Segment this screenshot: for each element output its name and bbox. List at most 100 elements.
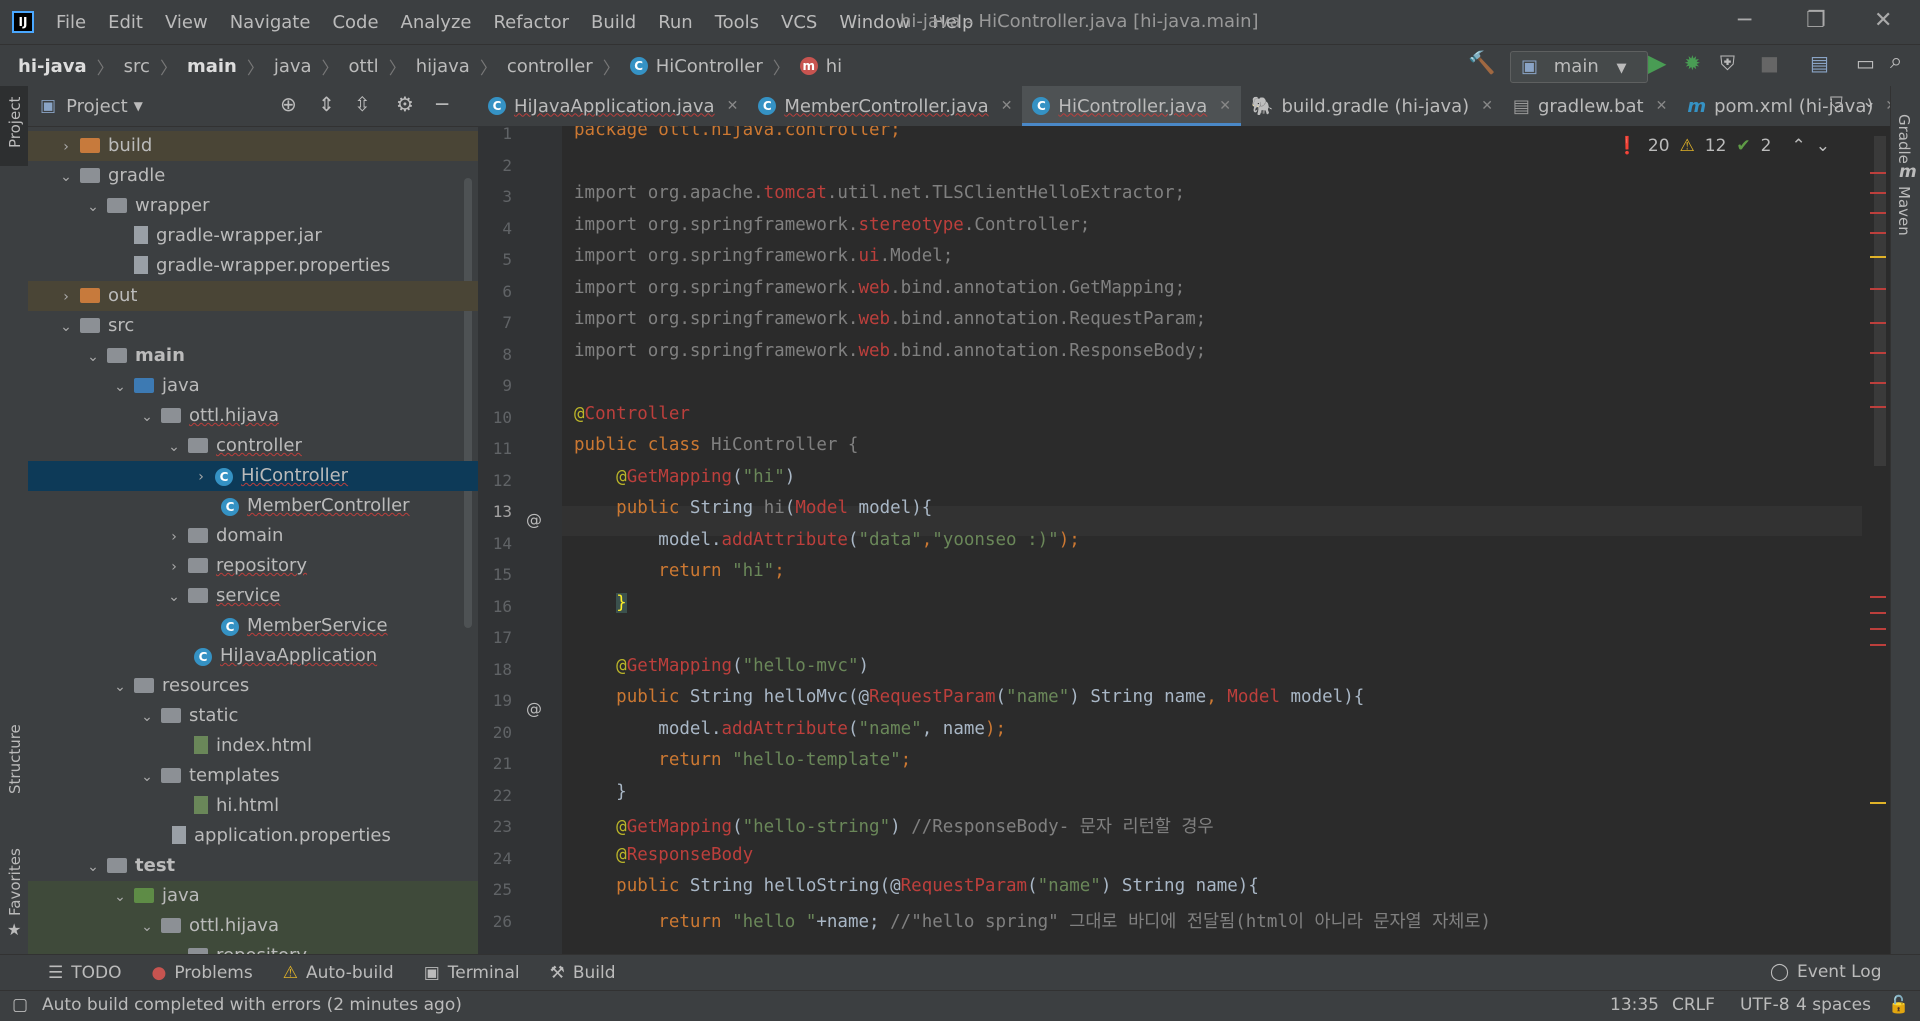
hide-panel-icon[interactable]: ─: [436, 92, 448, 116]
tab-gradlew-bat[interactable]: ▤ gradlew.bat ✕: [1503, 86, 1677, 126]
chevron-up-icon[interactable]: ⌃: [1792, 136, 1806, 156]
minimize-icon[interactable]: ─: [1738, 8, 1751, 33]
warning-marker[interactable]: [1870, 802, 1886, 804]
close-tab-icon[interactable]: ✕: [1656, 98, 1668, 114]
chevron-down-icon[interactable]: ⌄: [112, 372, 128, 402]
structure-tool-label[interactable]: Structure: [6, 724, 24, 794]
chevron-down-icon[interactable]: ⌄: [85, 192, 101, 222]
tree-item-wrapper[interactable]: ⌄ wrapper: [28, 191, 478, 221]
chevron-right-icon[interactable]: ›: [58, 132, 74, 162]
chevron-down-icon[interactable]: ⌄: [85, 342, 101, 372]
file-encoding[interactable]: UTF-8: [1740, 995, 1790, 1015]
project-structure-icon[interactable]: ▤: [1810, 51, 1829, 75]
menu-run[interactable]: Run: [658, 12, 693, 33]
open-in-icon[interactable]: ▭: [1856, 51, 1875, 75]
error-marker[interactable]: [1870, 288, 1886, 290]
tab-hijavaapplication[interactable]: C HiJavaApplication.java ✕: [478, 86, 748, 126]
chevron-right-icon[interactable]: ›: [166, 522, 182, 552]
maven-tool-label[interactable]: Maven: [1895, 186, 1913, 236]
run-configuration-select[interactable]: ▣ main ▼: [1510, 51, 1648, 83]
error-marker[interactable]: [1870, 628, 1886, 630]
tree-item-ottl-hijava[interactable]: ⌄ ottl.hijava: [28, 401, 478, 431]
tab-hicontroller[interactable]: C HiController.java ✕: [1022, 86, 1242, 126]
error-marker[interactable]: [1870, 322, 1886, 324]
chevron-down-icon[interactable]: ⌄: [139, 402, 155, 432]
debug-icon[interactable]: ✹: [1684, 51, 1701, 75]
coverage-icon[interactable]: ⛨: [1720, 51, 1735, 75]
tree-item-controller[interactable]: ⌄ controller: [28, 431, 478, 461]
breadcrumb-java[interactable]: java: [274, 56, 312, 77]
tree-item-src[interactable]: ⌄ src: [28, 311, 478, 341]
error-marker[interactable]: [1870, 232, 1886, 234]
lock-icon[interactable]: 🔓: [1888, 995, 1909, 1015]
error-marker[interactable]: [1870, 612, 1886, 614]
chevron-right-icon[interactable]: ›: [58, 282, 74, 312]
chevron-down-icon[interactable]: ⌄: [112, 882, 128, 912]
build-tool-button[interactable]: ⚒ Build: [550, 963, 616, 983]
tab-membercontroller[interactable]: C MemberController.java ✕: [748, 86, 1022, 126]
collapse-all-icon[interactable]: ⇳: [354, 92, 371, 116]
toggle-tool-windows-icon[interactable]: ▢: [12, 995, 28, 1015]
tree-item-main[interactable]: ⌄ main: [28, 341, 478, 371]
gear-icon[interactable]: ⚙: [396, 92, 414, 116]
breadcrumb-hi-method[interactable]: m hi: [799, 56, 842, 77]
code-editor[interactable]: ❗ 20 ⚠ 12 ✔ 2 ⌃ ⌄ 1 2 3 4 5 6 7 8 9 10 11 12 13 14 15 16 17…: [478, 126, 1890, 954]
mapping-gutter-icon[interactable]: @: [526, 699, 542, 718]
tree-item-gradle-wrapper-jar[interactable]: gradle-wrapper.jar: [28, 221, 478, 251]
chevron-down-icon[interactable]: ⌄: [58, 312, 74, 342]
project-tool-button[interactable]: Project: [0, 86, 28, 166]
chevron-down-icon[interactable]: ⌄: [166, 582, 182, 612]
error-marker[interactable]: [1870, 172, 1886, 174]
error-marker[interactable]: [1870, 382, 1886, 384]
tree-item-resources[interactable]: ⌄ resources: [28, 671, 478, 701]
breadcrumb-src[interactable]: src: [124, 56, 150, 77]
tree-item-hijavaapplication[interactable]: C HiJavaApplication: [28, 641, 478, 671]
chevron-down-icon[interactable]: ⌄: [139, 702, 155, 732]
tree-item-gradle-wrapper-properties[interactable]: gradle-wrapper.properties: [28, 251, 478, 281]
hammer-build-icon[interactable]: 🔨: [1468, 51, 1495, 76]
breadcrumb-controller[interactable]: controller: [507, 56, 593, 77]
menu-code[interactable]: Code: [332, 12, 378, 33]
tab-build-gradle[interactable]: 🐘 build.gradle (hi-java) ✕: [1241, 86, 1503, 126]
tree-item-templates[interactable]: ⌄ templates: [28, 761, 478, 791]
error-marker[interactable]: [1870, 192, 1886, 194]
locate-icon[interactable]: ⊕: [280, 92, 297, 116]
close-tab-icon[interactable]: ✕: [1001, 98, 1013, 114]
menu-file[interactable]: File: [56, 12, 86, 33]
tree-item-repository[interactable]: › repository: [28, 551, 478, 581]
tree-item-service[interactable]: ⌄ service: [28, 581, 478, 611]
tree-item-hicontroller[interactable]: › C HiController: [28, 461, 478, 491]
mapping-gutter-icon[interactable]: @: [526, 510, 542, 529]
tab-pom-xml[interactable]: mpom.xml (hi-java)✕: [1677, 86, 1890, 126]
close-tab-icon[interactable]: ✕: [727, 98, 739, 114]
editor-scrollbar[interactable]: [1874, 136, 1886, 466]
error-marker[interactable]: [1870, 644, 1886, 646]
indent-setting[interactable]: 4 spaces: [1796, 995, 1871, 1015]
breadcrumb-main[interactable]: main: [187, 56, 237, 77]
chevron-down-icon[interactable]: ⌄: [1862, 92, 1876, 112]
tree-item-test-ottl-hijava[interactable]: ⌄ ottl.hijava: [28, 911, 478, 941]
breadcrumb-hi-java[interactable]: hi-java: [18, 56, 87, 77]
error-marker[interactable]: [1870, 596, 1886, 598]
chevron-down-icon[interactable]: ▼: [134, 99, 143, 113]
chevron-down-icon[interactable]: ⌄: [166, 942, 182, 954]
gradle-tool-label[interactable]: Gradle: [1895, 114, 1913, 164]
tree-item-static[interactable]: ⌄ static: [28, 701, 478, 731]
close-icon[interactable]: ✕: [1874, 8, 1892, 33]
pin-icon[interactable]: ⛉: [1830, 94, 1843, 114]
expand-all-icon[interactable]: ⇕: [318, 92, 335, 116]
error-marker[interactable]: [1870, 212, 1886, 214]
inspection-widget[interactable]: ❗ 20 ⚠ 12 ✔ 2 ⌃ ⌄: [1617, 136, 1830, 156]
tree-item-test-repository[interactable]: ⌄repository: [28, 941, 478, 954]
tree-item-out[interactable]: › out: [28, 281, 478, 311]
line-separator[interactable]: CRLF: [1672, 995, 1715, 1015]
menu-tools[interactable]: Tools: [715, 12, 759, 33]
tree-item-hi-html[interactable]: hi.html: [28, 791, 478, 821]
search-icon[interactable]: ⌕: [1890, 49, 1902, 74]
menu-edit[interactable]: Edit: [108, 12, 143, 33]
tree-item-application-properties[interactable]: application.properties: [28, 821, 478, 851]
auto-build-tool-button[interactable]: ⚠ Auto-build: [283, 963, 394, 983]
favorites-tool-label[interactable]: Favorites: [6, 848, 24, 916]
menu-view[interactable]: View: [165, 12, 208, 33]
chevron-down-icon[interactable]: ⌄: [166, 432, 182, 462]
